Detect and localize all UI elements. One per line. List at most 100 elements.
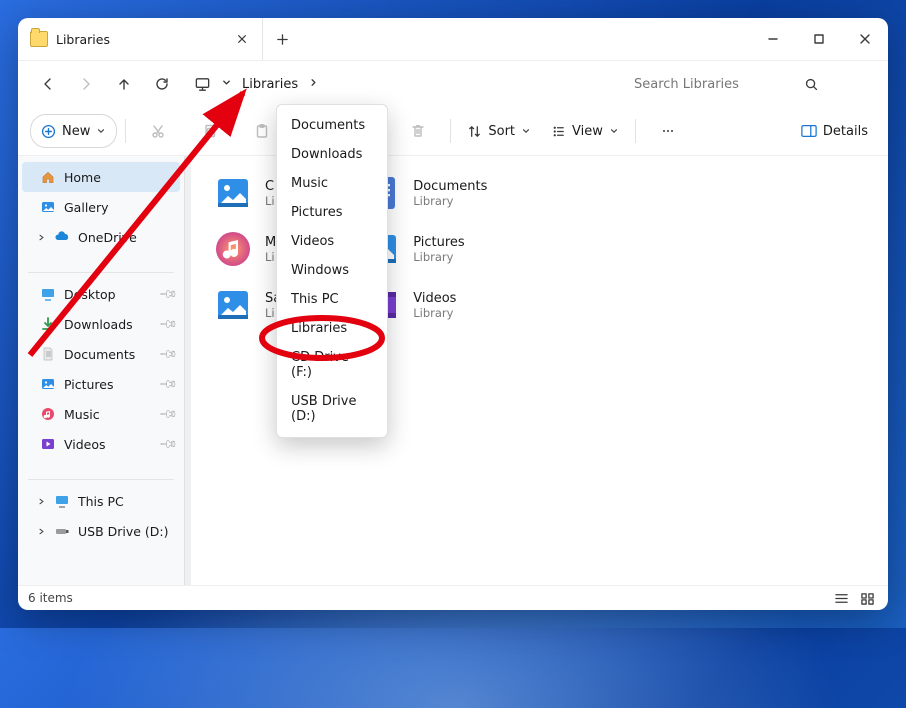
search-icon bbox=[752, 76, 870, 92]
dropdown-item[interactable]: This PC bbox=[277, 285, 387, 314]
usb-icon bbox=[54, 523, 70, 539]
cut-button[interactable] bbox=[134, 115, 182, 147]
dropdown-item[interactable]: Downloads bbox=[277, 140, 387, 169]
desktop-icon bbox=[40, 286, 56, 302]
dropdown-item[interactable]: CD Drive (F:) bbox=[277, 343, 387, 387]
more-button[interactable] bbox=[644, 115, 692, 147]
sidebar-item-downloads[interactable]: Downloads 📌︎ bbox=[18, 309, 184, 339]
dropdown-item[interactable]: Windows bbox=[277, 256, 387, 285]
dropdown-item[interactable]: USB Drive (D:) bbox=[277, 387, 387, 431]
item-name: Documents bbox=[413, 179, 487, 194]
address-bar[interactable]: Libraries bbox=[188, 67, 616, 101]
location-history-dropdown[interactable]: DocumentsDownloadsMusicPicturesVideosWin… bbox=[276, 104, 388, 438]
sidebar-item-pictures[interactable]: Pictures 📌︎ bbox=[18, 369, 184, 399]
item-kind: Library bbox=[413, 306, 456, 320]
maximize-button[interactable] bbox=[796, 18, 842, 60]
separator bbox=[125, 119, 126, 143]
breadcrumb-dropdown-button[interactable] bbox=[217, 77, 236, 92]
search-placeholder: Search Libraries bbox=[634, 77, 752, 92]
pictures-icon bbox=[40, 376, 56, 392]
search-box[interactable]: Search Libraries bbox=[624, 69, 876, 99]
onedrive-icon bbox=[54, 229, 70, 245]
status-bar: 6 items bbox=[18, 585, 888, 610]
library-thumb-icon bbox=[213, 285, 253, 325]
view-button[interactable]: View bbox=[543, 115, 627, 147]
delete-button[interactable] bbox=[394, 115, 442, 147]
sidebar-item-gallery[interactable]: Gallery bbox=[18, 192, 184, 222]
item-count: 6 items bbox=[28, 591, 73, 605]
location-root-icon[interactable] bbox=[188, 67, 217, 101]
item-name: Pictures bbox=[413, 235, 464, 250]
documents-icon bbox=[40, 346, 56, 362]
pin-icon: 📌︎ bbox=[158, 314, 179, 335]
library-thumb-icon bbox=[213, 173, 253, 213]
music-icon bbox=[40, 406, 56, 422]
folder-icon bbox=[30, 31, 48, 47]
pin-icon: 📌︎ bbox=[158, 344, 179, 365]
breadcrumb-next-chevron[interactable] bbox=[304, 77, 323, 92]
separator bbox=[450, 119, 451, 143]
chevron-right-icon bbox=[36, 524, 46, 539]
details-view-button[interactable] bbox=[830, 589, 852, 607]
thumbnails-view-button[interactable] bbox=[856, 589, 878, 607]
gallery-icon bbox=[40, 199, 56, 215]
up-button[interactable] bbox=[106, 67, 142, 101]
breadcrumb-current[interactable]: Libraries bbox=[236, 67, 304, 101]
close-button[interactable] bbox=[842, 18, 888, 60]
window-controls bbox=[750, 18, 888, 60]
downloads-icon bbox=[40, 316, 56, 332]
pc-icon bbox=[54, 493, 70, 509]
library-item[interactable]: MLi bbox=[213, 228, 281, 270]
item-kind: Library bbox=[413, 250, 464, 264]
pane-resize-handle[interactable] bbox=[184, 156, 191, 585]
videos-icon bbox=[40, 436, 56, 452]
forward-button[interactable] bbox=[68, 67, 104, 101]
sort-button[interactable]: Sort bbox=[459, 115, 539, 147]
item-name: M bbox=[265, 235, 276, 250]
item-name: C bbox=[265, 179, 275, 194]
back-button[interactable] bbox=[30, 67, 66, 101]
library-thumb-icon bbox=[213, 229, 253, 269]
navigation-bar: Libraries Search Libraries bbox=[18, 61, 888, 107]
item-kind: Li bbox=[265, 250, 276, 264]
sidebar-item-documents[interactable]: Documents 📌︎ bbox=[18, 339, 184, 369]
sidebar-item-thispc[interactable]: This PC bbox=[18, 486, 184, 516]
item-kind: Library bbox=[413, 194, 487, 208]
file-explorer-window: Libraries Libraries bbox=[18, 18, 888, 610]
chevron-right-icon bbox=[36, 230, 46, 245]
copy-button[interactable] bbox=[186, 115, 234, 147]
sidebar-item-usb[interactable]: USB Drive (D:) bbox=[18, 516, 184, 546]
new-button[interactable]: New bbox=[30, 114, 117, 148]
tab-close-button[interactable] bbox=[234, 31, 250, 47]
pin-icon: 📌︎ bbox=[158, 434, 179, 455]
home-icon bbox=[40, 169, 56, 185]
window-tab[interactable]: Libraries bbox=[18, 18, 263, 60]
dropdown-item[interactable]: Videos bbox=[277, 227, 387, 256]
sidebar-item-music[interactable]: Music 📌︎ bbox=[18, 399, 184, 429]
sidebar-item-home[interactable]: Home bbox=[22, 162, 180, 192]
titlebar: Libraries bbox=[18, 18, 888, 61]
navigation-pane[interactable]: Home Gallery OneDrive Desktop 📌︎ Downloa… bbox=[18, 156, 184, 585]
sidebar-item-onedrive[interactable]: OneDrive bbox=[18, 222, 184, 252]
dropdown-item[interactable]: Music bbox=[277, 169, 387, 198]
library-item[interactable]: SaLi bbox=[213, 284, 281, 326]
item-kind: Li bbox=[265, 194, 275, 208]
library-item[interactable]: CLi bbox=[213, 172, 281, 214]
chevron-right-icon bbox=[36, 494, 46, 509]
minimize-button[interactable] bbox=[750, 18, 796, 60]
item-name: Videos bbox=[413, 291, 456, 306]
sidebar-item-desktop[interactable]: Desktop 📌︎ bbox=[18, 279, 184, 309]
new-tab-button[interactable] bbox=[263, 18, 301, 60]
dropdown-item[interactable]: Pictures bbox=[277, 198, 387, 227]
dropdown-item[interactable]: Documents bbox=[277, 111, 387, 140]
dropdown-item[interactable]: Libraries bbox=[277, 314, 387, 343]
sidebar-item-videos[interactable]: Videos 📌︎ bbox=[18, 429, 184, 459]
pin-icon: 📌︎ bbox=[158, 284, 179, 305]
tab-title: Libraries bbox=[56, 32, 226, 47]
refresh-button[interactable] bbox=[144, 67, 180, 101]
details-pane-button[interactable]: Details bbox=[793, 115, 876, 147]
separator bbox=[635, 119, 636, 143]
pin-icon: 📌︎ bbox=[158, 404, 179, 425]
command-bar: New Sort View Details bbox=[18, 107, 888, 156]
pin-icon: 📌︎ bbox=[158, 374, 179, 395]
